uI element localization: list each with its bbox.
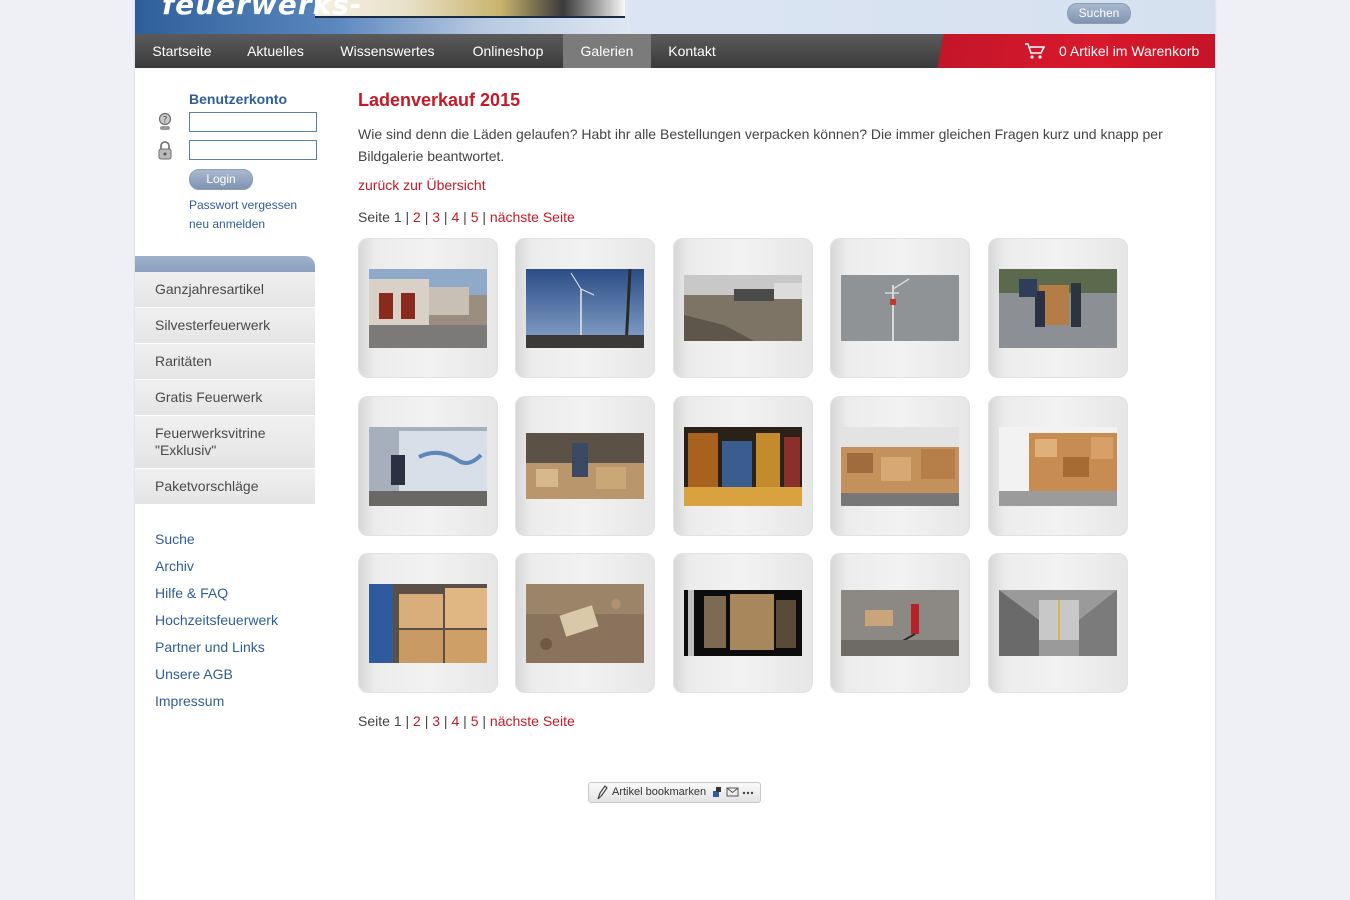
bookmark-button[interactable]: Artikel bookmarken: [588, 782, 761, 803]
gallery-thumbnail[interactable]: [358, 553, 498, 693]
login-title: Benutzerkonto: [189, 91, 287, 107]
gallery-thumbnail[interactable]: [515, 396, 655, 536]
gallery-thumbnail[interactable]: [515, 553, 655, 693]
pager-page-3[interactable]: 3: [432, 209, 440, 225]
gallery-photo: [684, 590, 802, 656]
gallery-thumbnail[interactable]: [988, 238, 1128, 378]
pager-page-4[interactable]: 4: [451, 713, 459, 729]
pager-next[interactable]: nächste Seite: [490, 209, 575, 225]
category-item[interactable]: Paketvorschläge: [135, 469, 315, 505]
sidebar-link-agb[interactable]: Unsere AGB: [155, 666, 233, 682]
pager-page-2[interactable]: 2: [413, 713, 421, 729]
intro-text: Wie sind denn die Läden gelaufen? Habt i…: [358, 126, 1163, 164]
category-label: Feuerwerksvitrine "Exklusiv": [155, 425, 266, 458]
pager-top: Seite 1 | 2 | 3 | 4 | 5 | nächste Seite: [358, 209, 575, 225]
gallery-photo: [369, 584, 487, 663]
gallery-thumbnail[interactable]: [830, 238, 970, 378]
register-link[interactable]: neu anmelden: [189, 217, 265, 231]
gallery-thumbnail[interactable]: [673, 553, 813, 693]
gallery-thumbnail[interactable]: [988, 553, 1128, 693]
bookmark-label: Artikel bookmarken: [612, 786, 707, 798]
gallery-thumbnail[interactable]: [673, 396, 813, 536]
pager-page-3[interactable]: 3: [432, 713, 440, 729]
gallery-photo: [841, 590, 959, 656]
username-input[interactable]: [189, 112, 317, 132]
nav-item-wissenswertes[interactable]: Wissenswertes: [322, 34, 453, 68]
nav-item-aktuelles[interactable]: Aktuelles: [229, 34, 322, 68]
sidebar-link-archiv[interactable]: Archiv: [155, 558, 194, 574]
sidebar-link-hilfe-faq[interactable]: Hilfe & FAQ: [155, 585, 228, 601]
gallery-photo: [526, 269, 644, 348]
lock-icon: [158, 141, 172, 160]
gallery-photo: [684, 275, 802, 341]
cart-link[interactable]: 0 Artikel im Warenkorb: [911, 34, 1215, 68]
pager-prefix: Seite: [358, 209, 390, 225]
gallery-thumbnail[interactable]: [358, 396, 498, 536]
pen-icon: [597, 785, 608, 800]
pager-page-2[interactable]: 2: [413, 209, 421, 225]
pager-bottom: Seite 1 | 2 | 3 | 4 | 5 | nächste Seite: [358, 713, 575, 729]
gallery-thumbnail[interactable]: [830, 553, 970, 693]
logo[interactable]: feuerwerks-: [135, 0, 630, 34]
main-nav: Startseite Aktuelles Wissenswertes Onlin…: [135, 34, 1215, 68]
gallery-photo: [841, 275, 959, 341]
pager-page-4[interactable]: 4: [451, 209, 459, 225]
gallery-photo: [999, 269, 1117, 348]
gallery-thumbnail[interactable]: [673, 238, 813, 378]
svg-text:?: ?: [163, 116, 168, 126]
gallery-photo: [369, 269, 487, 348]
category-label: Ganzjahresartikel: [155, 281, 264, 297]
pager-page-5[interactable]: 5: [471, 209, 479, 225]
category-header: [135, 256, 315, 272]
gallery-photo: [526, 584, 644, 663]
pager-current: 1: [393, 713, 402, 729]
gallery-photo: [841, 427, 959, 506]
back-link[interactable]: zurück zur Übersicht: [358, 177, 486, 193]
password-input[interactable]: [189, 140, 317, 160]
pager-current: 1: [393, 209, 402, 225]
sidebar-link-partner[interactable]: Partner und Links: [155, 639, 265, 655]
shopping-cart-icon: [1025, 43, 1046, 59]
pager-page-5[interactable]: 5: [471, 713, 479, 729]
gallery-photo: [999, 590, 1117, 656]
category-label: Paketvorschläge: [155, 478, 259, 494]
login-button[interactable]: Login: [189, 169, 253, 190]
category-item[interactable]: Ganzjahresartikel: [135, 272, 315, 308]
page-title: Ladenverkauf 2015: [358, 90, 521, 110]
category-label: Gratis Feuerwerk: [155, 389, 263, 405]
gallery-photo: [369, 427, 487, 506]
nav-item-kontakt[interactable]: Kontakt: [651, 34, 733, 68]
gallery-thumbnail[interactable]: [988, 396, 1128, 536]
gallery-thumbnail[interactable]: [515, 238, 655, 378]
pager-prefix: Seite: [358, 713, 390, 729]
gallery-thumbnail[interactable]: [830, 396, 970, 536]
nav-item-galerien[interactable]: Galerien: [563, 34, 651, 68]
gallery-photo: [999, 427, 1117, 506]
nav-item-startseite[interactable]: Startseite: [135, 34, 229, 68]
gallery-photo: [526, 433, 644, 499]
sidebar-link-suche[interactable]: Suche: [155, 531, 195, 547]
search-button[interactable]: Suchen: [1067, 3, 1131, 24]
gallery-photo: [684, 427, 802, 506]
sidebar-link-impressum[interactable]: Impressum: [155, 693, 224, 709]
category-item[interactable]: Silvesterfeuerwerk: [135, 308, 315, 344]
category-item[interactable]: Raritäten: [135, 344, 315, 380]
category-label: Raritäten: [155, 353, 212, 369]
user-icon: ?: [158, 112, 172, 130]
logo-text: feuerwerks-: [162, 0, 363, 21]
pager-next[interactable]: nächste Seite: [490, 713, 575, 729]
header: feuerwerks- Suchen: [135, 0, 1215, 34]
cart-text: 0 Artikel im Warenkorb: [1059, 43, 1200, 59]
share-icons: [713, 787, 754, 797]
sidebar-link-hochzeitsfeuerwerk[interactable]: Hochzeitsfeuerwerk: [155, 612, 278, 628]
nav-item-onlineshop[interactable]: Onlineshop: [453, 34, 563, 68]
page: feuerwerks- Suchen Startseite Aktuelles …: [135, 0, 1215, 900]
category-item[interactable]: Gratis Feuerwerk: [135, 380, 315, 416]
category-item[interactable]: Feuerwerksvitrine "Exklusiv": [135, 416, 315, 469]
gallery-thumbnail[interactable]: [358, 238, 498, 378]
category-label: Silvesterfeuerwerk: [155, 317, 271, 333]
forgot-password-link[interactable]: Passwort vergessen: [189, 198, 297, 212]
